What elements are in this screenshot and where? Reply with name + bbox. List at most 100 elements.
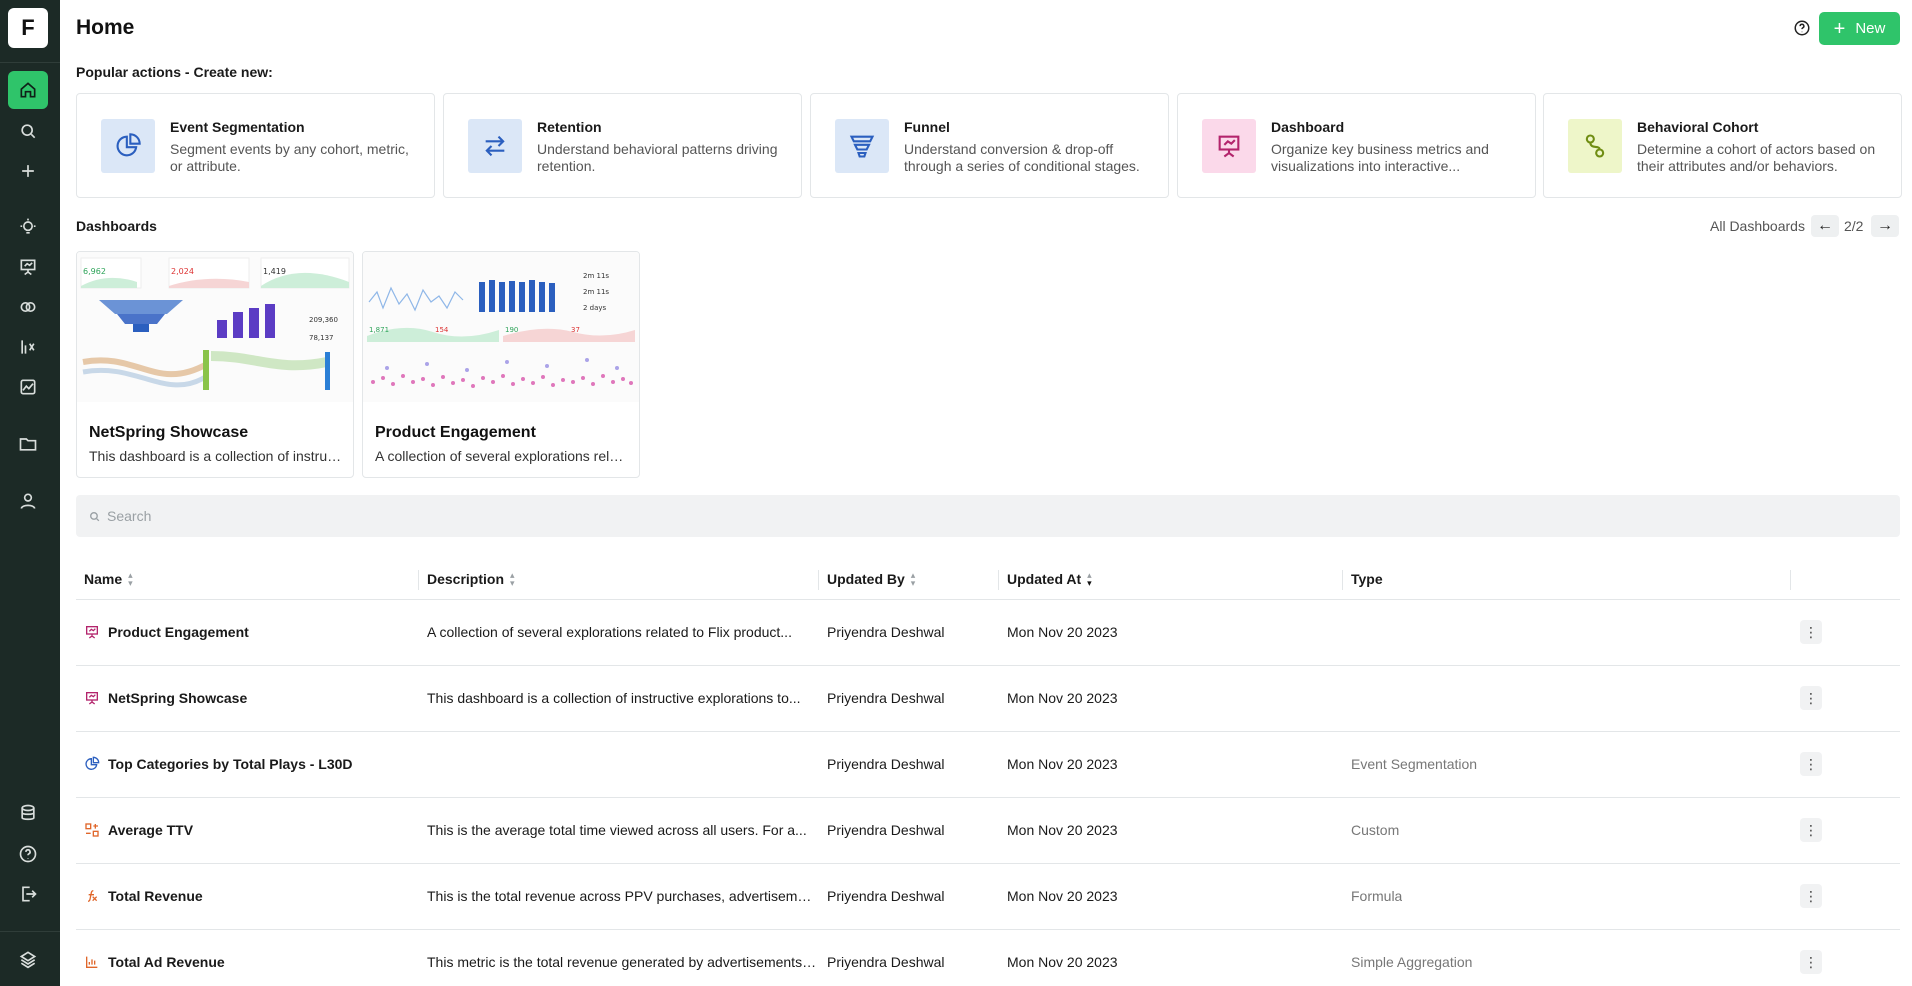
all-dashboards-link[interactable]: All Dashboards <box>1710 218 1805 234</box>
row-menu-button[interactable]: ⋮ <box>1800 752 1822 776</box>
formula-icon <box>87 890 98 902</box>
row-updated-at: Mon Nov 20 2023 <box>1007 888 1118 904</box>
sidebar-item-home[interactable] <box>8 71 48 109</box>
database-icon <box>21 804 35 821</box>
dashboard-name: NetSpring Showcase <box>89 424 249 441</box>
row-menu-button[interactable]: ⋮ <box>1800 620 1822 644</box>
pager-prev-button[interactable]: ← <box>1811 215 1839 237</box>
action-card-funnel[interactable]: Funnel Understand conversion & drop-off … <box>810 93 1169 198</box>
sidebar-item-logout[interactable] <box>8 875 48 913</box>
new-button[interactable]: + New <box>1819 12 1900 45</box>
action-card-behavioral-cohort[interactable]: Behavioral Cohort Determine a cohort of … <box>1543 93 1902 198</box>
pie-chart-icon <box>85 756 100 770</box>
column-header-name[interactable]: Name ▴ ▾ <box>84 570 133 588</box>
pager-next-button[interactable]: → <box>1871 215 1899 237</box>
action-description: Segment events by any cohort, metric, or… <box>170 141 409 174</box>
sort-icon: ▴ ▾ <box>128 570 133 588</box>
table-row[interactable]: Top Categories by Total Plays - L30D Pri… <box>76 732 1900 798</box>
popular-actions-heading: Popular actions - Create new: <box>76 64 273 80</box>
svg-text:2,024: 2,024 <box>171 267 194 276</box>
action-card-retention[interactable]: Retention Understand behavioral patterns… <box>443 93 802 198</box>
sidebar-item-profile[interactable] <box>8 482 48 520</box>
sidebar-item-reports[interactable] <box>8 368 48 406</box>
action-card-dashboard[interactable]: Dashboard Organize key business metrics … <box>1177 93 1536 198</box>
row-type: Formula <box>1351 888 1403 904</box>
action-title: Funnel <box>904 119 950 135</box>
action-title: Dashboard <box>1271 119 1345 135</box>
sidebar-item-brand[interactable] <box>8 940 48 978</box>
new-button-label: New <box>1855 20 1886 37</box>
svg-text:2m 11s: 2m 11s <box>583 288 609 296</box>
arrow-left-icon: ← <box>1817 217 1833 234</box>
cohorts-icon <box>20 302 36 312</box>
column-header-description[interactable]: Description ▴ ▾ <box>427 570 515 588</box>
sidebar: F <box>0 0 60 986</box>
row-menu-button[interactable]: ⋮ <box>1800 818 1822 842</box>
row-updated-by: Priyendra Deshwal <box>827 822 945 838</box>
dashboard-description: A collection of several explorations rel… <box>375 448 630 464</box>
sidebar-item-insights[interactable] <box>8 208 48 246</box>
sidebar-item-data[interactable] <box>8 794 48 832</box>
row-updated-at: Mon Nov 20 2023 <box>1007 954 1118 970</box>
table-row[interactable]: Total Ad Revenue This metric is the tota… <box>76 930 1900 986</box>
table-row[interactable]: Average TTV This is the average total ti… <box>76 798 1900 864</box>
app-logo[interactable]: F <box>8 8 48 48</box>
table-row[interactable]: Product Engagement A collection of sever… <box>76 600 1900 666</box>
row-menu-button[interactable]: ⋮ <box>1800 884 1822 908</box>
action-title: Behavioral Cohort <box>1637 119 1759 135</box>
help-button[interactable] <box>1792 18 1812 38</box>
row-menu-button[interactable]: ⋮ <box>1800 950 1822 974</box>
more-vertical-icon: ⋮ <box>1804 689 1818 706</box>
sidebar-item-dashboards[interactable] <box>8 248 48 286</box>
row-name-label: Product Engagement <box>108 624 249 640</box>
chart-image-icon <box>20 379 36 395</box>
sidebar-item-create[interactable] <box>8 152 48 190</box>
dashboard-description: This dashboard is a collection of instru… <box>89 448 344 464</box>
row-name[interactable]: Product Engagement <box>84 624 249 640</box>
row-description: This is the average total time viewed ac… <box>427 822 807 838</box>
presentation-icon <box>20 259 36 276</box>
action-description: Organize key business metrics and visual… <box>1271 141 1489 174</box>
sidebar-item-metrics[interactable] <box>8 328 48 366</box>
table-row[interactable]: Total Revenue This is the total revenue … <box>76 864 1900 930</box>
sidebar-item-search[interactable] <box>8 112 48 150</box>
sidebar-item-cohorts[interactable] <box>8 288 48 326</box>
dashboard-card[interactable]: 6,962 2,024 1,419 209,360 78,137 NetSpri… <box>76 251 354 478</box>
more-vertical-icon: ⋮ <box>1804 887 1818 904</box>
aggregation-icon <box>86 956 98 968</box>
sidebar-item-folders[interactable] <box>8 425 48 463</box>
sidebar-item-help[interactable] <box>8 835 48 873</box>
row-updated-at: Mon Nov 20 2023 <box>1007 690 1118 706</box>
sort-icon: ▴ ▾ <box>510 570 515 588</box>
row-name[interactable]: Average TTV <box>84 822 193 838</box>
column-header-type[interactable]: Type <box>1351 571 1383 587</box>
row-name[interactable]: Total Ad Revenue <box>84 954 225 970</box>
row-name[interactable]: Top Categories by Total Plays - L30D <box>84 756 353 772</box>
row-updated-by: Priyendra Deshwal <box>827 756 945 772</box>
more-vertical-icon: ⋮ <box>1804 623 1818 640</box>
row-updated-at: Mon Nov 20 2023 <box>1007 756 1118 772</box>
action-card-event-segmentation[interactable]: Event Segmentation Segment events by any… <box>76 93 435 198</box>
table-row[interactable]: NetSpring Showcase This dashboard is a c… <box>76 666 1900 732</box>
row-name-label: NetSpring Showcase <box>108 690 248 706</box>
search-input[interactable] <box>107 508 707 524</box>
row-updated-by: Priyendra Deshwal <box>827 888 945 904</box>
metrics-icon <box>21 340 35 354</box>
column-label: Type <box>1351 571 1383 587</box>
action-title: Retention <box>537 119 602 135</box>
column-header-updated-at[interactable]: Updated At ▴ ▾ <box>1007 571 1092 588</box>
lightbulb-icon <box>20 218 36 234</box>
row-description: This dashboard is a collection of instru… <box>427 690 801 706</box>
action-description: Understand conversion & drop-off through… <box>904 141 1140 174</box>
row-name-label: Total Revenue <box>108 888 203 904</box>
dashboard-card[interactable]: 2m 11s 2m 11s 2 days 1,871 154 190 37 Pr… <box>362 251 640 478</box>
plus-icon: + <box>1833 17 1846 40</box>
row-name-label: Average TTV <box>108 822 194 838</box>
custom-metric-icon <box>85 823 99 837</box>
row-name[interactable]: NetSpring Showcase <box>84 690 247 706</box>
row-updated-by: Priyendra Deshwal <box>827 954 945 970</box>
column-header-updated-by[interactable]: Updated By ▴ ▾ <box>827 571 915 588</box>
row-menu-button[interactable]: ⋮ <box>1800 686 1822 710</box>
row-name[interactable]: Total Revenue <box>84 888 203 904</box>
column-divider <box>1342 570 1343 590</box>
